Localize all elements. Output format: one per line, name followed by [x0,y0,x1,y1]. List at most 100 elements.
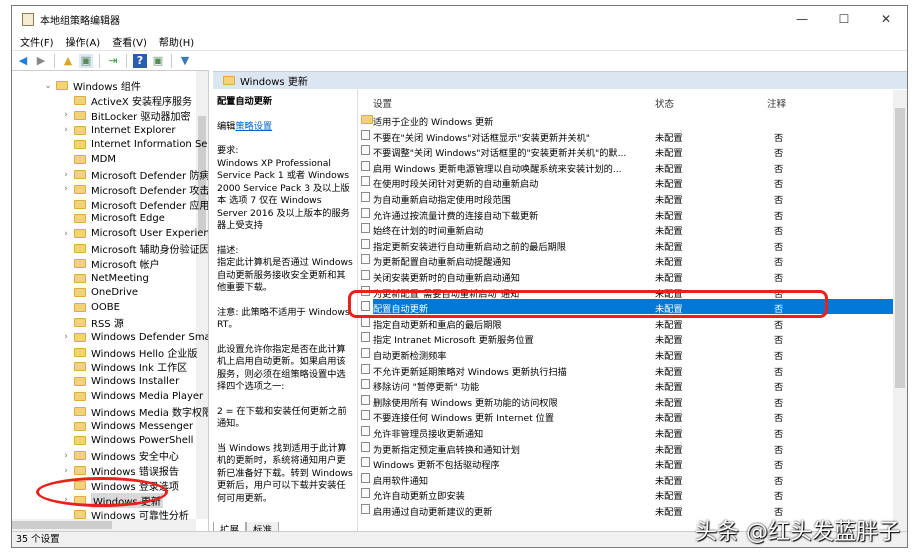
setting-row[interactable]: Windows 更新不包括驱动程序 未配置 否 [359,455,893,472]
chevron-right-icon[interactable]: › [60,110,72,120]
tree-item[interactable]: MDM [60,152,116,167]
tree-item-label: Windows 组件 [73,82,141,93]
properties-icon[interactable]: ▣ [151,54,165,68]
folder-row[interactable]: 适用于企业的 Windows 更新 [359,112,893,128]
setting-row[interactable]: 启用 Windows 更新电源管理以自动唤醒系统来安装计划的... 未配置 否 [359,159,893,175]
setting-state: 未配置 [655,491,683,503]
setting-state: 未配置 [655,257,683,269]
tree-item[interactable]: OOBE [60,300,120,315]
back-icon[interactable]: ◀ [16,54,30,68]
setting-row[interactable]: 为更新配置自动重新启动提醒通知 未配置 否 [359,252,893,269]
close-button[interactable]: ✕ [865,6,907,32]
folder-icon [74,392,86,401]
help-icon[interactable]: ? [133,53,147,68]
setting-name: 启用通过自动更新建议的更新 [373,507,493,518]
folder-icon [74,140,86,150]
tree-item[interactable]: Windows Installer [60,374,179,389]
setting-row[interactable]: 指定 Intranet Microsoft 更新服务位置 未配置 否 [359,330,893,346]
column-comment[interactable]: 注释 [767,96,786,110]
setting-name: Windows 更新不包括驱动程序 [373,460,500,472]
tree-item[interactable]: › Windows 错误报告 [60,463,179,479]
chevron-down-icon[interactable]: ⌄ [42,81,54,91]
list-scrollbar[interactable] [893,90,907,531]
tree-item[interactable]: › Internet Explorer [60,123,175,138]
show-hide-tree-icon[interactable]: ▣ [79,53,93,68]
menu-help[interactable]: 帮助(H) [159,34,194,49]
setting-row[interactable]: 允许非管理员接收更新通知 未配置 否 [359,424,893,440]
export-list-icon[interactable]: ⇥ [106,54,120,68]
tree-item-label: OneDrive [91,287,139,299]
minimize-button[interactable]: — [781,6,823,32]
menu-file[interactable]: 文件(F) [20,34,54,49]
tree-item[interactable]: › Microsoft Defender 防病毒 [60,167,208,183]
tree-item-windows-components[interactable]: ⌄ Windows 组件 [42,78,141,94]
maximize-button[interactable]: ☐ [823,6,865,32]
menu-action[interactable]: 操作(A) [66,34,101,49]
setting-row[interactable]: 不要连接任何 Windows 更新 Internet 位置 未配置 否 [359,408,893,424]
tree-item[interactable]: Windows 可靠性分析 [60,507,189,522]
tree-item[interactable]: › Microsoft User Experience [60,226,208,241]
setting-row[interactable]: 自动更新检测频率 未配置 否 [359,346,893,362]
column-state[interactable]: 状态 [655,96,674,110]
setting-row[interactable]: 在使用时段关闭针对更新的自动重新启动 未配置 否 [359,174,893,190]
edit-policy-link[interactable]: 策略设置 [235,121,272,132]
policy-setting-icon [361,223,370,234]
tree-item[interactable]: Windows PowerShell [60,433,193,448]
setting-row[interactable]: 始终在计划的时间重新启动 未配置 否 [359,221,893,237]
setting-row[interactable]: 关闭安装更新时的自动重新启动通知 未配置 否 [359,268,893,284]
tree-item[interactable]: OneDrive [60,285,138,300]
tree-item[interactable]: › Windows 安全中心 [60,448,179,464]
setting-row[interactable]: 不要在"关闭 Windows"对话框显示"安装更新并关机" 未配置 否 [359,128,893,144]
chevron-right-icon[interactable]: › [60,170,72,180]
policy-setting-icon [361,332,370,343]
tree-item[interactable]: Windows Ink 工作区 [60,359,187,374]
tree-item[interactable]: Microsoft Defender 应用程序 [60,197,208,212]
chevron-right-icon[interactable]: › [60,229,72,239]
chevron-right-icon[interactable]: › [60,332,72,342]
folder-icon [74,451,86,461]
tree-item-label: Internet Information Serv [91,139,209,151]
chevron-right-icon[interactable]: › [60,466,72,476]
filter-icon[interactable]: ▼ [178,54,192,68]
policy-setting-icon [361,426,370,436]
chevron-right-icon[interactable]: › [60,125,72,135]
setting-row[interactable]: 不允许更新延期策略对 Windows 更新执行扫描 未配置 否 [359,362,893,378]
tree-item[interactable]: Windows Hello 企业版 [60,345,197,360]
tree-item[interactable]: NetMeeting [60,271,149,286]
tree-item[interactable]: › Windows Defender Smar [60,330,208,345]
tree-item[interactable]: Windows Media 数字权限 [60,404,208,419]
setting-row[interactable]: 启用软件通知 未配置 否 [359,471,893,487]
setting-row[interactable]: 为更新指定预定重启转换和通知计划 未配置 否 [359,440,893,456]
menu-view[interactable]: 查看(V) [112,34,147,49]
tree-item[interactable]: Microsoft Edge [60,211,165,226]
tree-item[interactable]: › Microsoft Defender 攻击防护 [60,182,208,197]
forward-icon[interactable]: ▶ [34,54,48,68]
tree-item[interactable]: Microsoft 辅助身份验证因素 [60,241,208,256]
folder-icon [74,155,86,165]
policy-setting-icon [361,472,370,483]
setting-name: 为更新配置自动重新启动提醒通知 [373,257,511,269]
chevron-right-icon[interactable]: › [60,184,72,194]
setting-row[interactable]: 删除使用所有 Windows 更新功能的访问权限 未配置 否 [359,393,893,409]
setting-row[interactable]: 为自动重新启动指定使用时段范围 未配置 否 [359,190,893,206]
column-setting[interactable]: 设置 [373,96,392,110]
tree-item[interactable]: Internet Information Serv [60,137,209,152]
chevron-right-icon[interactable]: › [60,451,72,461]
setting-row[interactable]: 允许自动更新立即安装 未配置 否 [359,486,893,503]
annotation-circle [36,477,168,507]
tree-item[interactable]: Windows Media Player [60,389,203,404]
folder-icon [74,303,86,313]
setting-row[interactable]: 移除访问 "暂停更新" 功能 未配置 否 [359,377,893,393]
tree-item[interactable]: RSS 源 [60,315,124,330]
tree-item[interactable]: Windows Messenger [60,419,193,434]
tree-item[interactable]: ActiveX 安装程序服务 [60,93,192,108]
up-folder-icon[interactable]: ▲ [61,54,75,68]
setting-row[interactable]: 不要调整"关闭 Windows"对话框里的"安装更新并关机"的默... 未配置 否 [359,143,893,160]
setting-row[interactable]: 允许通过按流量计费的连接自动下载更新 未配置 否 [359,206,893,222]
setting-row[interactable]: 指定更新安装进行自动重新启动之前的最后期限 未配置 否 [359,237,893,253]
setting-comment: 否 [774,148,784,160]
tree-item[interactable]: › BitLocker 驱动器加密 [60,108,190,123]
setting-name: 指定自动更新和重启的最后期限 [373,319,502,331]
tree-item[interactable]: Microsoft 帐户 [60,256,160,271]
scrollbar-thumb[interactable] [895,108,905,388]
